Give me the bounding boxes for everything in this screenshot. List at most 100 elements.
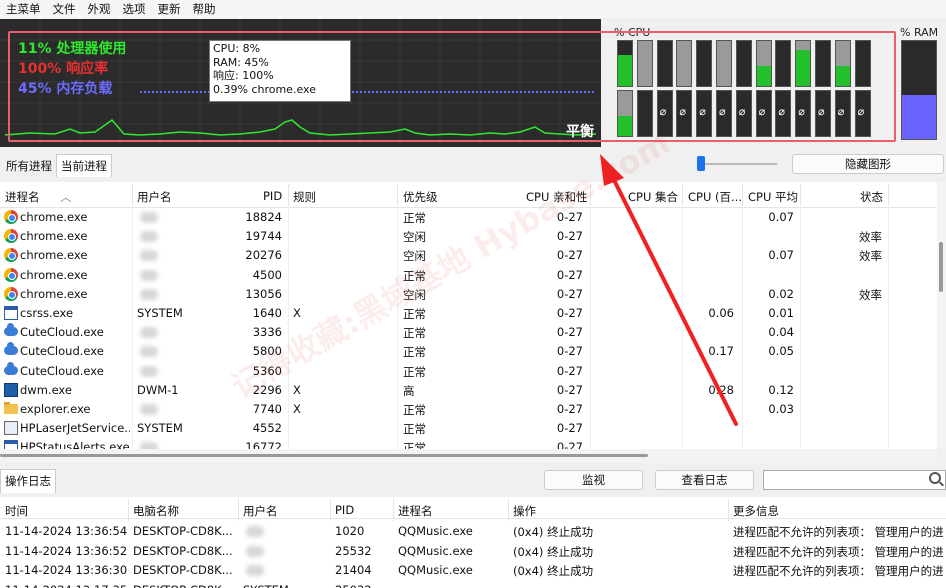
log-col-time[interactable]: 时间 [5,503,28,519]
process-status: 效率 [859,230,882,245]
log-process: QQMusic.exe [398,524,473,538]
log-action: (0x4) 终止成功 [513,544,594,559]
monitor-button[interactable]: 监视 [544,470,643,490]
table-row[interactable]: CuteCloud.exe 5800 正常 0-27 0.17 0.05 [0,342,937,361]
log-row[interactable]: 11-14-2024 13:36:54 DESKTOP-CD8K... 1020 QQ… [0,522,946,541]
view-log-button[interactable]: 查看日志 [655,470,754,490]
process-name: chrome.exe [20,248,88,263]
efficiency-leaf-icon: ⌀ [659,105,667,118]
table-row[interactable]: dwm.exe DWM-1 2296 X 高 0-27 0.28 0.12 [0,381,937,400]
log-row[interactable]: 11-14-2024 13:36:52 DESKTOP-CD8K... 25532 Q… [0,542,946,561]
col-user-name[interactable]: 用户名 [137,189,172,205]
col-pid[interactable]: PID [263,189,282,203]
tab-current-processes[interactable]: 当前进程 [56,154,112,177]
log-col-more-info[interactable]: 更多信息 [733,503,779,519]
redacted-user [246,545,264,557]
log-table-header: 时间 电脑名称 用户名 PID 进程名 操作 更多信息 [0,497,946,521]
menu-help[interactable]: 帮助 [187,0,222,18]
col-rule[interactable]: 规则 [293,189,316,205]
process-affinity: 0-27 [556,286,583,301]
log-col-process[interactable]: 进程名 [398,503,433,519]
log-pc-name: DESKTOP-CD8K... [133,543,233,558]
col-cpu-average[interactable]: CPU 平均 [748,189,798,205]
process-priority: 正常 [403,268,426,283]
cpu-core-bar [656,40,673,87]
col-cpu-set[interactable]: CPU 集合 [628,189,678,205]
graph-scale-slider[interactable] [697,156,777,172]
menu-file[interactable]: 文件 [47,0,82,18]
cpu-core-fill [796,50,811,86]
process-pid: 4552 [252,421,282,436]
log-time: 11-14-2024 13:36:52 [5,543,128,558]
log-row[interactable]: 11-14-2024 13:17:35 DESKTOP-CD8K... SYSTEM… [0,581,946,588]
process-name: dwm.exe [20,382,72,397]
process-affinity: 0-27 [556,248,583,263]
table-row[interactable]: csrss.exe SYSTEM 1640 X 正常 0-27 0.06 0.01 [0,304,937,323]
redacted-user [140,346,158,358]
cpu-core-bar [795,40,812,87]
process-name: chrome.exe [20,229,88,244]
slider-thumb[interactable] [697,156,705,171]
process-name: explorer.exe [20,402,91,416]
log-row[interactable]: 11-14-2024 13:36:30 DESKTOP-CD8K... 21404 Q… [0,561,946,580]
process-pid: 5800 [252,344,282,359]
tab-operation-log[interactable]: 操作日志 [0,469,56,493]
process-name: CuteCloud.exe [20,325,104,340]
process-pid: 16772 [245,440,282,449]
process-table-vertical-scrollbar[interactable] [937,182,946,449]
process-pid: 2296 [252,382,282,397]
vertical-scroll-thumb[interactable] [939,242,943,292]
col-priority[interactable]: 优先级 [403,189,438,205]
tooltip-ram: RAM: 45% [213,55,269,69]
table-row[interactable]: explorer.exe 7740 X 正常 0-27 0.03 [0,400,937,419]
log-search-input[interactable] [763,470,946,490]
chrome-icon [4,286,18,301]
process-affinity: 0-27 [556,210,583,224]
menu-appearance[interactable]: 外观 [82,0,117,18]
performance-graph[interactable]: 11% 处理器使用 100% 响应率 45% 内存负载 CPU: 8% RAM:… [0,19,601,147]
search-icon[interactable] [929,472,941,484]
menu-options[interactable]: 选项 [117,0,152,18]
log-col-action[interactable]: 操作 [513,503,536,519]
efficiency-leaf-icon: ⌀ [679,105,687,118]
efficiency-leaf-icon: ⌀ [798,105,805,118]
cpu-core-bar: ⌀ [795,90,812,137]
table-row[interactable]: chrome.exe 13056 空闲 0-27 0.02 效率 [0,285,937,304]
table-row[interactable]: CuteCloud.exe 3336 正常 0-27 0.04 [0,323,937,342]
process-cpu: 0.17 [708,344,734,359]
table-row[interactable]: CuteCloud.exe 5360 正常 0-27 [0,361,937,381]
process-priority: 正常 [403,364,426,379]
table-row[interactable]: HPStatusAlerts.exe 16772 正常 0-27 [0,438,937,449]
table-row[interactable]: chrome.exe 19744 空闲 0-27 效率 [0,227,937,246]
table-row[interactable]: chrome.exe 20276 空闲 0-27 0.07 效率 [0,246,937,265]
log-col-pc-name[interactable]: 电脑名称 [133,503,179,519]
log-col-user[interactable]: 用户名 [243,503,278,519]
log-col-pid[interactable]: PID [335,503,354,517]
efficiency-leaf-icon: ⌀ [778,105,786,118]
cloud-icon [4,323,18,337]
process-priority: 正常 [403,403,426,417]
process-pid: 19744 [245,229,282,244]
table-row[interactable]: HPLaserJetService.... SYSTEM 4552 正常 0-27 [0,419,937,438]
col-cpu-percent[interactable]: CPU (百... [688,189,742,205]
process-table-horizontal-scrollbar[interactable] [0,449,937,463]
process-affinity: 0-27 [556,363,583,378]
col-cpu-affinity[interactable]: CPU 亲和性 [526,189,588,205]
tab-all-processes[interactable]: 所有进程 [4,157,54,175]
cpu-core-bar [716,40,732,87]
process-table: ︿ 进程名 用户名 PID 规则 优先级 CPU 亲和性 CPU 集合 CPU … [0,182,937,449]
menu-main[interactable]: 主菜单 [0,0,47,18]
redacted-user [140,327,158,339]
horizontal-scroll-thumb[interactable] [0,454,648,457]
cpu-core-bar [755,40,772,87]
col-process-name[interactable]: 进程名 [5,189,40,205]
table-row[interactable]: chrome.exe 4500 正常 0-27 [0,266,937,285]
menu-update[interactable]: 更新 [152,0,187,18]
cpu-core-grid: ⌀ ⌀ ⌀ ⌀ ⌀ ⌀ ⌀ ⌀ ⌀ ⌀ ⌀ [617,40,875,140]
hide-graph-button[interactable]: 隐藏图形 [792,154,944,174]
process-table-header: ︿ 进程名 用户名 PID 规则 优先级 CPU 亲和性 CPU 集合 CPU … [0,182,937,208]
table-row[interactable]: chrome.exe 18824 正常 0-27 0.07 [0,208,937,227]
process-rule: X [293,402,301,416]
process-priority: 正常 [403,422,426,437]
col-status[interactable]: 状态 [860,189,883,205]
